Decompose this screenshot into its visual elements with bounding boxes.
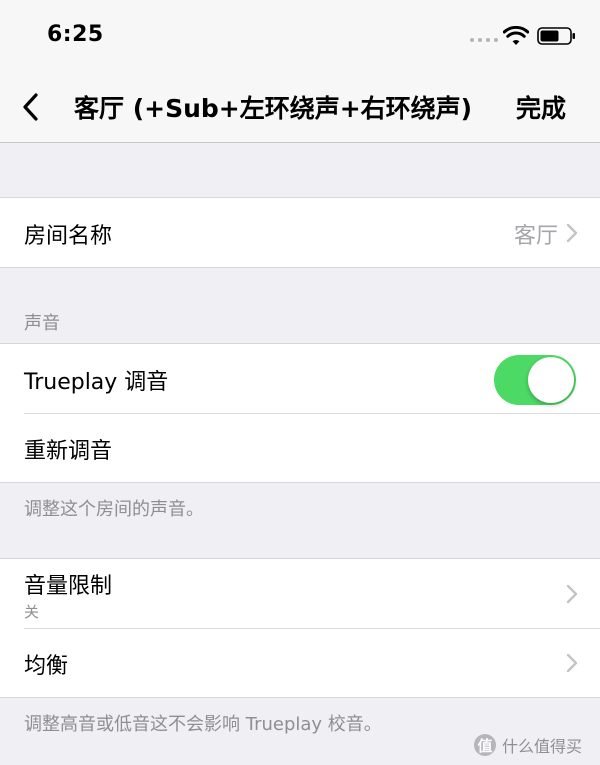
trueplay-label: Trueplay 调音 bbox=[24, 370, 169, 395]
retune-label: 重新调音 bbox=[24, 439, 113, 464]
room-name-value: 客厅 bbox=[513, 224, 558, 249]
retune-row[interactable]: 重新调音 bbox=[0, 413, 600, 482]
equalizer-row[interactable]: 均衡 bbox=[0, 628, 600, 697]
back-chevron-icon[interactable] bbox=[20, 92, 42, 122]
trueplay-toggle[interactable] bbox=[494, 355, 576, 405]
chevron-right-icon bbox=[566, 653, 578, 673]
toggle-knob bbox=[528, 357, 574, 403]
room-name-row[interactable]: 房间名称 客厅 bbox=[0, 198, 600, 267]
room-name-label: 房间名称 bbox=[24, 224, 113, 249]
audio-section-footer: 调整高音或低音这不会影响 Trueplay 校音。 bbox=[24, 714, 382, 735]
volume-limit-label: 音量限制 bbox=[24, 574, 113, 599]
equalizer-label: 均衡 bbox=[24, 654, 69, 679]
volume-limit-row[interactable]: 音量限制 关 bbox=[0, 559, 600, 628]
navigation-bar: 客厅 (+Sub+左环绕声+右环绕声) 完成 bbox=[0, 72, 600, 143]
battery-icon bbox=[537, 27, 575, 45]
sound-section-footer: 调整这个房间的声音。 bbox=[24, 499, 204, 520]
audio-group: 音量限制 关 均衡 bbox=[0, 558, 600, 698]
watermark-badge-icon: 值 bbox=[474, 734, 496, 756]
chevron-right-icon bbox=[566, 223, 578, 243]
status-time: 6:25 bbox=[47, 22, 104, 47]
trueplay-row: Trueplay 调音 bbox=[0, 344, 600, 413]
volume-limit-value: 关 bbox=[24, 603, 40, 621]
watermark-text: 什么值得买 bbox=[502, 737, 583, 756]
watermark: 值 什么值得买 bbox=[474, 733, 582, 757]
room-name-group: 房间名称 客厅 bbox=[0, 197, 600, 268]
sound-section-header: 声音 bbox=[24, 313, 60, 334]
done-button[interactable]: 完成 bbox=[516, 89, 566, 125]
chevron-right-icon bbox=[566, 584, 578, 604]
wifi-icon bbox=[503, 26, 529, 45]
sound-group: Trueplay 调音 重新调音 bbox=[0, 343, 600, 483]
signal-dots-icon bbox=[470, 38, 498, 42]
page-title: 客厅 (+Sub+左环绕声+右环绕声) bbox=[74, 94, 473, 123]
status-bar: 6:25 bbox=[0, 0, 600, 72]
